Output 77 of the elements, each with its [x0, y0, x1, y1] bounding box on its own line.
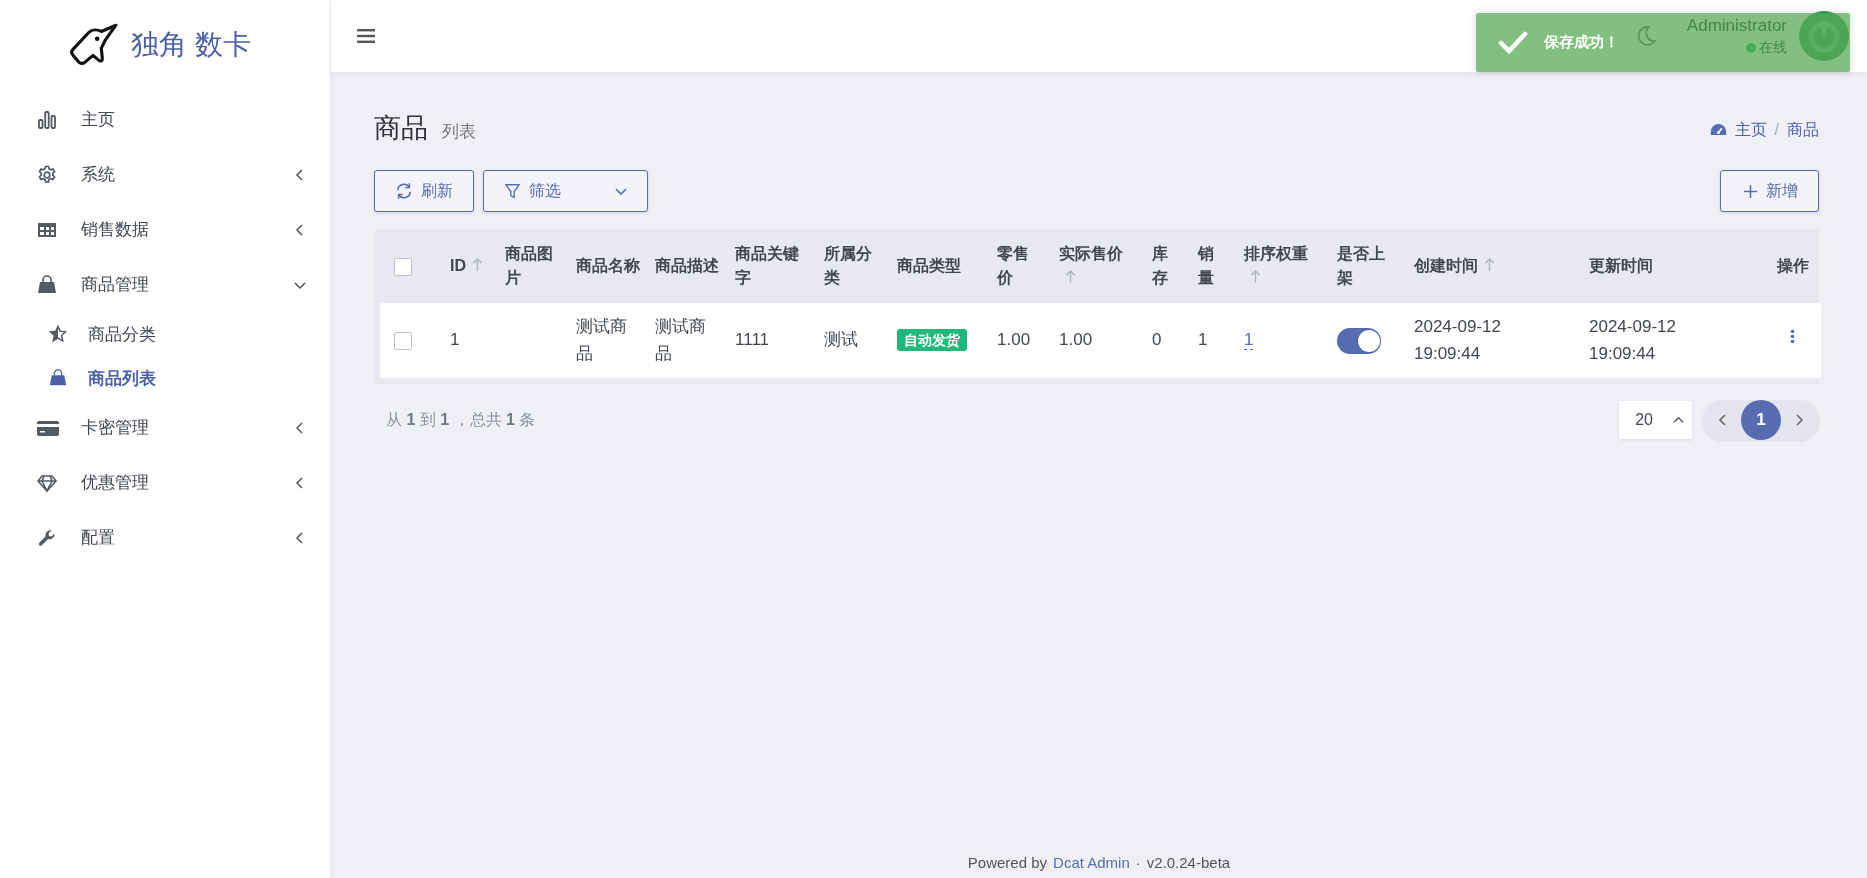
column-header: 商品名称	[576, 257, 640, 274]
sidebar-item[interactable]: 销售数据	[0, 202, 330, 257]
table-cell-text: 2024-09-12 19:09:44	[1414, 316, 1502, 365]
dcat-admin-link[interactable]: Dcat Admin	[1053, 853, 1130, 871]
breadcrumb-link[interactable]: 主页	[1734, 119, 1767, 141]
column-header: ID	[450, 257, 466, 274]
column-header: 创建时间	[1414, 257, 1478, 274]
column-header: 所属分类	[824, 245, 872, 286]
column-header: 零售价	[997, 245, 1029, 286]
page-subtitle: 列表	[442, 121, 476, 143]
table-cell: 1	[450, 330, 460, 350]
user-name: Administrator	[1686, 15, 1787, 36]
version-text: v2.0.24-beta	[1146, 853, 1231, 871]
column-header: 操作	[1777, 257, 1809, 274]
table-cell: 1111	[735, 330, 770, 350]
sidebar-item[interactable]: 系统	[0, 147, 330, 202]
shopping-bag-icon	[49, 369, 67, 387]
gauge-icon	[1709, 123, 1727, 137]
sort-weight-link[interactable]: 1	[1244, 330, 1254, 351]
column-header: 商品描述	[655, 257, 719, 274]
column-header: 库存	[1152, 245, 1168, 286]
per-page-select[interactable]: 20	[1619, 401, 1692, 439]
breadcrumb-link[interactable]: 商品	[1787, 119, 1819, 141]
chevron-up-icon	[1673, 414, 1684, 426]
column-header: 更新时间	[1589, 257, 1653, 274]
table-cell: 0	[1152, 330, 1162, 350]
table-cell-text: 2024-09-12 19:09:44	[1589, 316, 1677, 365]
refresh-icon	[395, 182, 413, 200]
chevron-down-icon	[615, 185, 627, 197]
check-icon	[1498, 30, 1528, 55]
table-cell: 1.00	[997, 330, 1031, 350]
vertical-dots-icon	[1790, 328, 1795, 346]
page-button[interactable]: 1	[1741, 400, 1781, 440]
column-header: 排序权重	[1244, 245, 1308, 262]
sidebar-subitem[interactable]: 商品分类	[0, 312, 330, 356]
plus-icon	[1743, 183, 1758, 199]
table-cell: 测试商品	[655, 317, 706, 363]
chevron-left-icon	[1717, 414, 1729, 426]
column-header: 商品关键字	[735, 245, 799, 286]
product-type-badge: 自动发货	[897, 329, 967, 352]
column-header: 商品图片	[505, 245, 553, 286]
column-header: 商品类型	[897, 257, 961, 274]
sidebar-subitem[interactable]: 商品列表	[0, 356, 330, 400]
shopping-bag-icon	[37, 274, 59, 295]
page-title: 商品	[374, 112, 428, 145]
on-sale-toggle[interactable]	[1337, 327, 1381, 354]
refresh-button[interactable]: 刷新	[374, 170, 474, 212]
table-cell: 测试商品	[576, 317, 627, 363]
user-status: 在线	[1759, 38, 1787, 57]
column-header: 销量	[1198, 245, 1214, 286]
diamond-icon	[37, 472, 59, 493]
create-button[interactable]: 新增	[1720, 170, 1819, 212]
table-cell: 1	[1198, 330, 1208, 350]
table-cell: 测试	[824, 330, 858, 350]
column-header: 是否上架	[1337, 245, 1385, 286]
filter-icon	[504, 182, 521, 200]
sidebar-item[interactable]: 卡密管理	[0, 400, 330, 455]
row-checkbox[interactable]	[394, 331, 412, 350]
menu-icon	[357, 28, 375, 44]
logo-text: 独角 数卡	[131, 28, 251, 62]
menu-button[interactable]	[357, 28, 375, 44]
sidebar-item[interactable]: 优惠管理	[0, 455, 330, 510]
powered-by-text: Powered by	[967, 853, 1048, 871]
star-icon	[49, 325, 67, 343]
filter-button[interactable]: 筛选	[483, 170, 648, 212]
chart-icon	[37, 109, 59, 130]
table-cell: 1.00	[1059, 330, 1093, 350]
sidebar-item[interactable]: 商品管理	[0, 257, 330, 312]
sidebar-item[interactable]: 配置	[0, 510, 330, 565]
separator-dot: ·	[1135, 853, 1141, 871]
column-header: 实际售价	[1059, 245, 1123, 262]
chevron-right-icon	[1793, 414, 1805, 426]
breadcrumb-separator: /	[1774, 121, 1779, 139]
select-all-checkbox[interactable]	[394, 257, 412, 276]
sidebar-item[interactable]: 主页	[0, 92, 330, 147]
pagination-summary: 从 1 到 1 ，总共 1 条	[386, 409, 536, 430]
toast-text: 保存成功！	[1544, 33, 1619, 52]
